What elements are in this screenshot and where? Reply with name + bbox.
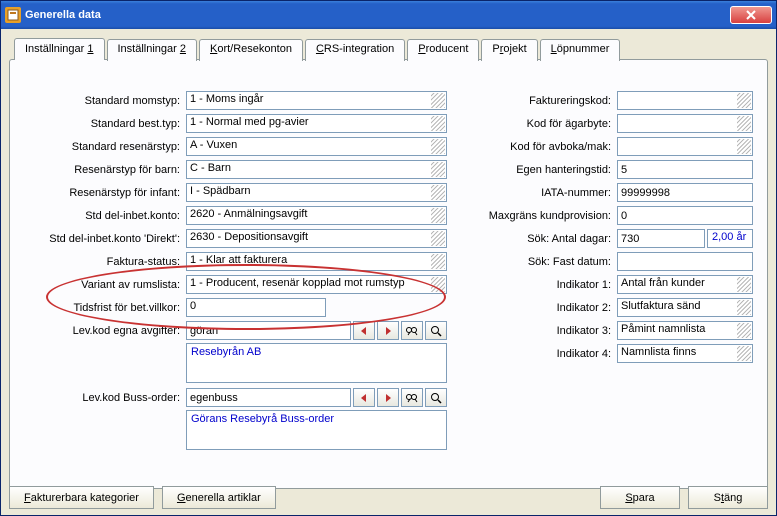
next-button[interactable] <box>377 321 399 340</box>
window-title: Generella data <box>25 9 101 21</box>
search-button[interactable] <box>401 321 423 340</box>
field-levbuss[interactable] <box>186 388 351 407</box>
label-tidsfrist: Tidsfrist för bet.villkor: <box>24 302 186 314</box>
label-momstyp: Standard momstyp: <box>24 95 186 107</box>
field-delinbetd[interactable]: 2630 - Depositionsavgift <box>186 229 447 248</box>
tab-crs-integration[interactable]: CRS-integration <box>305 39 405 61</box>
tab-installningar-2[interactable]: Inställningar 2 <box>107 39 198 61</box>
zoom-button[interactable] <box>425 388 447 407</box>
bottom-buttons: Fakturerbara kategorier Generella artikl… <box>9 486 768 509</box>
label-sokdagar: Sök: Antal dagar: <box>477 233 617 245</box>
field-infant[interactable]: I - Spädbarn <box>186 183 447 202</box>
fakturerbara-button[interactable]: Fakturerbara kategorier <box>9 486 154 509</box>
levbuss-description: Görans Resebyrå Buss-order <box>186 410 447 450</box>
field-sokfast[interactable] <box>617 252 753 271</box>
field-ind3[interactable]: Påmint namnlista <box>617 321 753 340</box>
field-agarbyte[interactable] <box>617 114 753 133</box>
right-column: Faktureringskod: Kod för ägarbyte: Kod f… <box>477 90 753 454</box>
stang-button[interactable]: Stäng <box>688 486 768 509</box>
field-faktkod[interactable] <box>617 91 753 110</box>
prev-button[interactable] <box>353 321 375 340</box>
tab-installningar-1[interactable]: Inställningar 1 <box>14 38 105 60</box>
label-rumslista: Variant av rumslista: <box>24 279 186 291</box>
tab-projekt[interactable]: Projekt <box>481 39 537 61</box>
label-ind4: Indikator 4: <box>477 348 617 360</box>
label-faktkod: Faktureringskod: <box>477 95 617 107</box>
label-levbuss: Lev.kod Buss-order: <box>24 392 186 404</box>
tab-lopnummer[interactable]: Löpnummer <box>540 39 621 61</box>
prev-button[interactable] <box>353 388 375 407</box>
left-column: Standard momstyp:1 - Moms ingår Standard… <box>24 90 447 454</box>
zoom-button[interactable] <box>425 321 447 340</box>
content-area: Inställningar 1 Inställningar 2 Kort/Res… <box>1 29 776 515</box>
next-button[interactable] <box>377 388 399 407</box>
label-ind1: Indikator 1: <box>477 279 617 291</box>
levkod-description: Resebyrån AB <box>186 343 447 383</box>
close-button[interactable] <box>730 6 772 24</box>
field-levkod[interactable] <box>186 321 351 340</box>
field-ind1[interactable]: Antal från kunder <box>617 275 753 294</box>
sokdagar-note: 2,00 år <box>712 231 746 243</box>
field-egen[interactable] <box>617 160 753 179</box>
field-fakturastatus[interactable]: 1 - Klar att fakturera <box>186 252 447 271</box>
spara-button[interactable]: Spara <box>600 486 680 509</box>
tab-producent[interactable]: Producent <box>407 39 479 61</box>
field-barn[interactable]: C - Barn <box>186 160 447 179</box>
label-levkod: Lev.kod egna avgifter: <box>24 325 186 337</box>
label-agarbyte: Kod för ägarbyte: <box>477 118 617 130</box>
label-avboka: Kod för avboka/mak: <box>477 141 617 153</box>
field-sokdagar[interactable] <box>617 229 705 248</box>
field-rumslista[interactable]: 1 - Producent, resenär kopplad mot rumst… <box>186 275 447 294</box>
label-resenartyp: Standard resenärstyp: <box>24 141 186 153</box>
label-infant: Resenärstyp för infant: <box>24 187 186 199</box>
field-ind4[interactable]: Namnlista finns <box>617 344 753 363</box>
label-besttyp: Standard best.typ: <box>24 118 186 130</box>
field-iata[interactable] <box>617 183 753 202</box>
field-avboka[interactable] <box>617 137 753 156</box>
field-maxgrans[interactable] <box>617 206 753 225</box>
tab-kort-resekonton[interactable]: Kort/Resekonton <box>199 39 303 61</box>
generella-artiklar-button[interactable]: Generella artiklar <box>162 486 276 509</box>
title-bar: Generella data <box>1 1 776 29</box>
field-delinbet[interactable]: 2620 - Anmälningsavgift <box>186 206 447 225</box>
field-resenartyp[interactable]: A - Vuxen <box>186 137 447 156</box>
tab-strip: Inställningar 1 Inställningar 2 Kort/Res… <box>14 38 622 60</box>
field-momstyp[interactable]: 1 - Moms ingår <box>186 91 447 110</box>
tab-panel: Inställningar 1 Inställningar 2 Kort/Res… <box>9 59 768 489</box>
label-delinbetd: Std del-inbet.konto 'Direkt': <box>24 233 186 245</box>
search-button[interactable] <box>401 388 423 407</box>
field-tidsfrist[interactable]: 0 <box>186 298 326 317</box>
label-iata: IATA-nummer: <box>477 187 617 199</box>
app-icon <box>5 7 21 23</box>
label-fakturastatus: Faktura-status: <box>24 256 186 268</box>
field-besttyp[interactable]: 1 - Normal med pg-avier <box>186 114 447 133</box>
label-sokfast: Sök: Fast datum: <box>477 256 617 268</box>
label-egen: Egen hanteringstid: <box>477 164 617 176</box>
label-ind2: Indikator 2: <box>477 302 617 314</box>
label-ind3: Indikator 3: <box>477 325 617 337</box>
label-maxgrans: Maxgräns kundprovision: <box>477 210 617 222</box>
label-barn: Resenärstyp för barn: <box>24 164 186 176</box>
field-ind2[interactable]: Slutfaktura sänd <box>617 298 753 317</box>
label-delinbet: Std del-inbet.konto: <box>24 210 186 222</box>
